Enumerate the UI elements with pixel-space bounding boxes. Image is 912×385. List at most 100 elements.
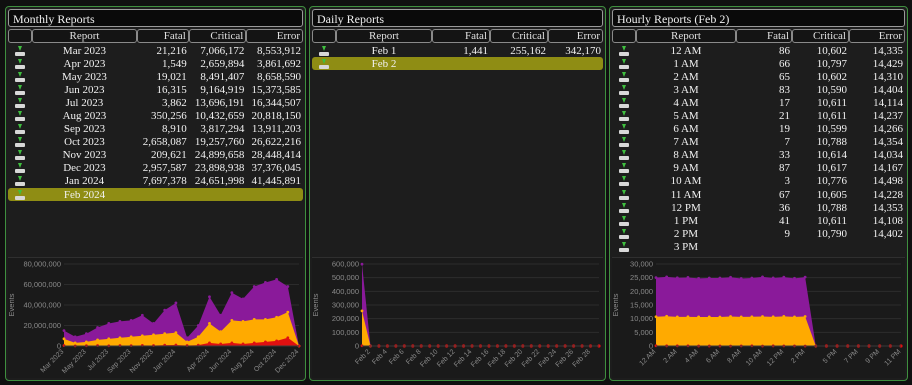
row-icon-cell[interactable] (8, 70, 32, 83)
row-icon-cell[interactable] (612, 214, 636, 227)
download-icon[interactable] (14, 137, 26, 148)
row-icon-cell[interactable] (8, 123, 32, 136)
table-row[interactable]: 3 PM (612, 240, 905, 253)
table-row[interactable]: 5 AM 21 10,611 14,237 (612, 109, 905, 122)
download-icon[interactable] (618, 71, 630, 82)
critical-column-header[interactable]: Critical (792, 29, 849, 43)
download-icon[interactable] (14, 176, 26, 187)
table-row[interactable]: 6 AM 19 10,599 14,266 (612, 123, 905, 136)
download-icon[interactable] (14, 97, 26, 108)
download-icon[interactable] (618, 97, 630, 108)
download-icon[interactable] (618, 150, 630, 161)
row-icon-cell[interactable] (612, 83, 636, 96)
download-icon[interactable] (618, 189, 630, 200)
report-column-header[interactable]: Report (336, 29, 432, 43)
fatal-column-header[interactable]: Fatal (137, 29, 189, 43)
table-row[interactable]: 4 AM 17 10,611 14,114 (612, 96, 905, 109)
download-icon[interactable] (14, 58, 26, 69)
table-row[interactable]: Feb 2024 (8, 188, 303, 202)
row-icon-cell[interactable] (8, 149, 32, 162)
table-row[interactable]: 12 PM 36 10,788 14,353 (612, 201, 905, 214)
table-row[interactable]: Mar 2023 21,216 7,066,172 8,553,912 (8, 44, 303, 57)
row-icon-cell[interactable] (8, 110, 32, 123)
table-row[interactable]: Jul 2023 3,862 13,696,191 16,344,507 (8, 96, 303, 109)
table-row[interactable]: Feb 2 (312, 57, 603, 71)
download-icon[interactable] (14, 163, 26, 174)
row-icon-cell[interactable] (8, 96, 32, 109)
row-icon-cell[interactable] (8, 44, 32, 57)
download-icon[interactable] (318, 58, 330, 69)
table-row[interactable]: Dec 2023 2,957,587 23,898,938 37,376,045 (8, 162, 303, 175)
table-row[interactable]: Aug 2023 350,256 10,432,659 20,818,150 (8, 109, 303, 122)
table-row[interactable]: Oct 2023 2,658,087 19,257,760 26,622,216 (8, 136, 303, 149)
download-icon[interactable] (318, 45, 330, 56)
table-row[interactable]: Jun 2023 16,315 9,164,919 15,373,585 (8, 83, 303, 96)
row-icon-cell[interactable] (612, 175, 636, 188)
download-icon[interactable] (618, 84, 630, 95)
table-row[interactable]: 7 AM 7 10,788 14,354 (612, 136, 905, 149)
download-icon[interactable] (618, 58, 630, 69)
download-icon[interactable] (14, 150, 26, 161)
row-icon-cell[interactable] (8, 175, 32, 188)
row-icon-cell[interactable] (8, 83, 32, 96)
download-icon[interactable] (618, 202, 630, 213)
row-icon-cell[interactable] (612, 136, 636, 149)
row-icon-cell[interactable] (612, 96, 636, 109)
table-row[interactable]: 8 AM 33 10,614 14,034 (612, 149, 905, 162)
table-row[interactable]: 2 AM 65 10,602 14,310 (612, 70, 905, 83)
error-column-header[interactable]: Error (548, 29, 603, 43)
download-icon[interactable] (618, 176, 630, 187)
row-icon-cell[interactable] (312, 44, 336, 57)
table-row[interactable]: Jan 2024 7,697,378 24,651,998 41,445,891 (8, 175, 303, 188)
table-row[interactable]: 10 AM 3 10,776 14,498 (612, 175, 905, 188)
fatal-column-header[interactable]: Fatal (432, 29, 490, 43)
report-column-header[interactable]: Report (636, 29, 736, 43)
row-icon-cell[interactable] (612, 188, 636, 201)
report-column-header[interactable]: Report (31, 29, 138, 43)
table-row[interactable]: Apr 2023 1,549 2,659,894 3,861,692 (8, 57, 303, 70)
download-icon[interactable] (618, 228, 630, 239)
table-row[interactable]: 1 PM 41 10,611 14,108 (612, 214, 905, 227)
download-icon[interactable] (14, 71, 26, 82)
row-icon-cell[interactable] (612, 44, 636, 57)
row-icon-cell[interactable] (8, 136, 32, 149)
download-icon[interactable] (618, 45, 630, 56)
error-column-header[interactable]: Error (246, 29, 303, 43)
download-icon[interactable] (618, 215, 630, 226)
download-icon[interactable] (14, 84, 26, 95)
row-icon-cell[interactable] (612, 240, 636, 253)
table-row[interactable]: 1 AM 66 10,797 14,429 (612, 57, 905, 70)
download-icon[interactable] (618, 124, 630, 135)
row-icon-cell[interactable] (612, 70, 636, 83)
download-icon[interactable] (14, 45, 26, 56)
table-row[interactable]: 2 PM 9 10,790 14,402 (612, 227, 905, 240)
download-icon[interactable] (618, 241, 630, 252)
row-icon-cell[interactable] (612, 227, 636, 240)
download-icon[interactable] (14, 189, 26, 200)
critical-column-header[interactable]: Critical (490, 29, 548, 43)
table-row[interactable]: 3 AM 83 10,590 14,404 (612, 83, 905, 96)
download-icon[interactable] (14, 111, 26, 122)
row-icon-cell[interactable] (612, 162, 636, 175)
table-row[interactable]: May 2023 19,021 8,491,407 8,658,590 (8, 70, 303, 83)
row-icon-cell[interactable] (612, 57, 636, 70)
table-row[interactable]: Feb 1 1,441 255,162 342,170 (312, 44, 603, 57)
table-row[interactable]: Nov 2023 209,621 24,899,658 28,448,414 (8, 149, 303, 162)
row-icon-cell[interactable] (8, 57, 32, 70)
download-icon[interactable] (618, 111, 630, 122)
row-icon-cell[interactable] (612, 201, 636, 214)
row-icon-cell[interactable] (312, 57, 336, 70)
table-row[interactable]: 11 AM 67 10,605 14,228 (612, 188, 905, 201)
row-icon-cell[interactable] (612, 110, 636, 123)
download-icon[interactable] (618, 137, 630, 148)
download-icon[interactable] (618, 163, 630, 174)
table-row[interactable]: 12 AM 86 10,602 14,335 (612, 44, 905, 57)
table-row[interactable]: 9 AM 87 10,617 14,167 (612, 162, 905, 175)
row-icon-cell[interactable] (612, 123, 636, 136)
error-column-header[interactable]: Error (849, 29, 905, 43)
row-icon-cell[interactable] (612, 149, 636, 162)
fatal-column-header[interactable]: Fatal (736, 29, 792, 43)
critical-column-header[interactable]: Critical (188, 29, 247, 43)
table-row[interactable]: Sep 2023 8,910 3,817,294 13,911,203 (8, 123, 303, 136)
row-icon-cell[interactable] (8, 162, 32, 175)
